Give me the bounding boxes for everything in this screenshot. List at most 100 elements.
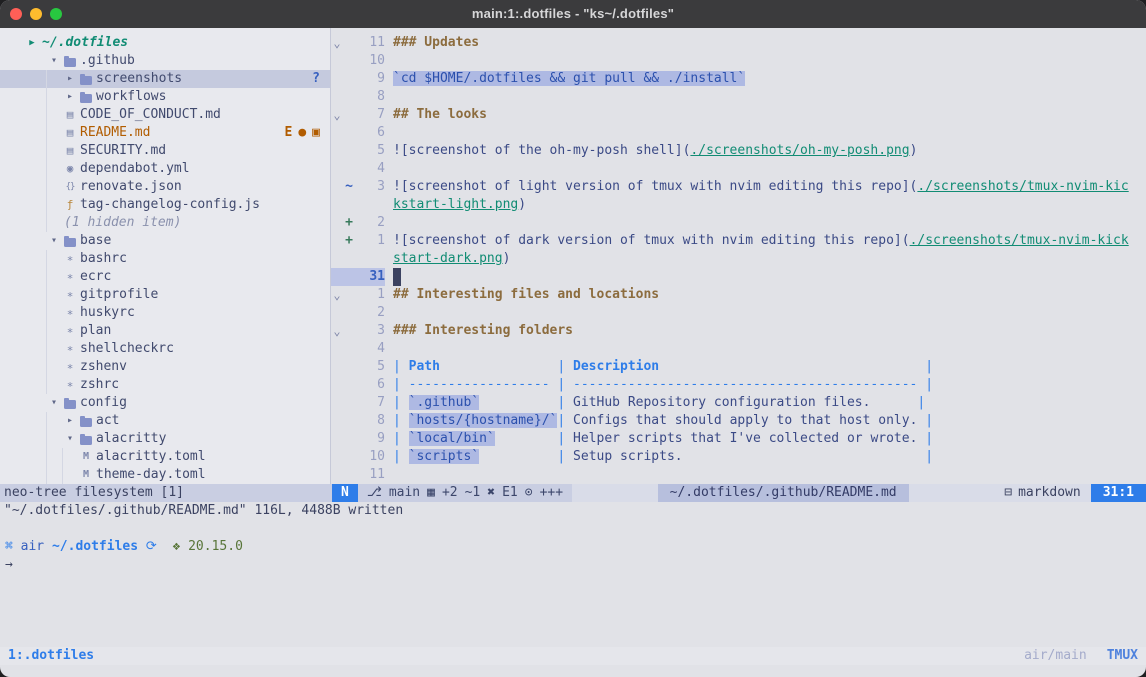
editor-line[interactable]: 10| `scripts` | Setup scripts. | [331, 448, 1146, 466]
zoom-button[interactable] [50, 8, 62, 20]
tree-item-security-md[interactable]: ▤SECURITY.md [0, 142, 330, 160]
editor-line[interactable]: ⌄7## The looks [331, 106, 1146, 124]
folder-icon [78, 75, 94, 84]
indent-guide [30, 376, 46, 394]
line-number: 5 [355, 142, 385, 160]
markdown-file-icon: ▤ [62, 142, 78, 160]
tree-item-zshenv[interactable]: ∗zshenv [0, 358, 330, 376]
tree-item-1-hidden-item[interactable]: (1 hidden item) [0, 214, 330, 232]
tree-item-ecrc[interactable]: ∗ecrc [0, 268, 330, 286]
tree-item-tag-changelog-config-js[interactable]: ƒtag-changelog-config.js [0, 196, 330, 214]
tree-item-code-of-conduct-md[interactable]: ▤CODE_OF_CONDUCT.md [0, 106, 330, 124]
tree-item-base[interactable]: ▾base [0, 232, 330, 250]
tree-item-workflows[interactable]: ▸workflows [0, 88, 330, 106]
line-text [385, 124, 393, 142]
editor-line[interactable]: 4 [331, 340, 1146, 358]
chevron-down-icon[interactable]: ▾ [62, 430, 78, 448]
editor-line[interactable]: start-dark.png) [331, 250, 1146, 268]
tree-item-huskyrc[interactable]: ∗huskyrc [0, 304, 330, 322]
traffic-lights [0, 8, 62, 20]
fold-marker-icon [331, 250, 343, 268]
line-number: 9 [355, 430, 385, 448]
editor-line[interactable]: 31 [331, 268, 1146, 286]
editor-line[interactable]: 10 [331, 52, 1146, 70]
root-arrow-icon: ▶ [24, 34, 40, 52]
tree-item-config[interactable]: ▾config [0, 394, 330, 412]
git-sign [343, 412, 355, 430]
chevron-right-icon[interactable]: ▸ [62, 412, 78, 430]
editor-line[interactable]: 5| Path | Description | [331, 358, 1146, 376]
statusline: neo-tree filesystem [1] N ⎇ main ▦ +2 ~1… [0, 484, 1146, 502]
tree-item-zshrc[interactable]: ∗zshrc [0, 376, 330, 394]
chevron-down-icon[interactable]: ▾ [46, 394, 62, 412]
editor-line[interactable]: 11 [331, 466, 1146, 484]
tree-item-shellcheckrc[interactable]: ∗shellcheckrc [0, 340, 330, 358]
git-branch-name: main [389, 484, 420, 502]
editor-line[interactable]: +1![screenshot of dark version of tmux w… [331, 232, 1146, 250]
tree-item-renovate-json[interactable]: {}renovate.json [0, 178, 330, 196]
indent-guide [30, 430, 46, 448]
line-text: ## The looks [385, 106, 487, 124]
editor-line[interactable]: ⌄3### Interesting folders [331, 322, 1146, 340]
indent-guide [46, 466, 62, 484]
git-sign [343, 304, 355, 322]
status-badge: ▣ [312, 124, 320, 142]
tree-item-label: SECURITY.md [80, 142, 166, 160]
fold-marker-icon [331, 376, 343, 394]
yaml-file-icon: ◉ [62, 160, 78, 178]
shell-file-icon: ∗ [62, 376, 78, 394]
indent-guide [46, 430, 62, 448]
minimize-button[interactable] [30, 8, 42, 20]
cursor-position: 31:1 [1091, 484, 1146, 502]
git-sign [343, 52, 355, 70]
chevron-right-icon[interactable]: ▸ [62, 88, 78, 106]
editor-line[interactable]: 6 [331, 124, 1146, 142]
diff-changed-count: ~1 [465, 484, 481, 502]
tree-item-plan[interactable]: ∗plan [0, 322, 330, 340]
editor-line[interactable]: 4 [331, 160, 1146, 178]
tree-item-bashrc[interactable]: ∗bashrc [0, 250, 330, 268]
tree-item-dependabot-yml[interactable]: ◉dependabot.yml [0, 160, 330, 178]
indent-guide [46, 250, 62, 268]
fold-marker-icon [331, 412, 343, 430]
editor-line[interactable]: 9| `local/bin` | Helper scripts that I'v… [331, 430, 1146, 448]
editor-line[interactable]: ⌄1## Interesting files and locations [331, 286, 1146, 304]
editor-line[interactable]: +2 [331, 214, 1146, 232]
chevron-down-icon[interactable]: ▾ [46, 232, 62, 250]
editor-line[interactable]: 8| `hosts/{hostname}/`| Configs that sho… [331, 412, 1146, 430]
chevron-down-icon[interactable]: ▾ [46, 52, 62, 70]
line-text [385, 214, 393, 232]
editor-line[interactable]: ⌄11### Updates [331, 34, 1146, 52]
indent-guide [46, 358, 62, 376]
close-button[interactable] [10, 8, 22, 20]
chevron-right-icon[interactable]: ▸ [62, 70, 78, 88]
tree-item-dotfiles[interactable]: ▶~/.dotfiles [0, 34, 330, 52]
editor-line[interactable]: 2 [331, 304, 1146, 322]
tree-item-github[interactable]: ▾.github [0, 52, 330, 70]
tmux-window-name[interactable]: 1:.dotfiles [8, 647, 94, 665]
editor-line[interactable]: 5![screenshot of the oh-my-posh shell](.… [331, 142, 1146, 160]
tree-item-gitprofile[interactable]: ∗gitprofile [0, 286, 330, 304]
indent-guide [30, 214, 46, 232]
tree-item-act[interactable]: ▸act [0, 412, 330, 430]
tree-item-alacritty[interactable]: ▾alacritty [0, 430, 330, 448]
tree-item-alacritty-toml[interactable]: Malacritty.toml [0, 448, 330, 466]
line-text: ![screenshot of the oh-my-posh shell](./… [385, 142, 917, 160]
fold-marker-icon: ⌄ [331, 34, 343, 52]
editor-line[interactable]: 7| `.github` | GitHub Repository configu… [331, 394, 1146, 412]
tree-item-readme-md[interactable]: ▤README.mdE●▣ [0, 124, 330, 142]
editor-line[interactable]: 8 [331, 88, 1146, 106]
git-sign [343, 196, 355, 214]
editor-line[interactable]: kstart-light.png) [331, 196, 1146, 214]
editor-buffer[interactable]: ⌄11### Updates109`cd $HOME/.dotfiles && … [331, 28, 1146, 484]
editor-line[interactable]: 9`cd $HOME/.dotfiles && git pull && ./in… [331, 70, 1146, 88]
fold-marker-icon [331, 448, 343, 466]
prompt-arrow-icon[interactable]: → [5, 556, 1146, 574]
tree-item-screenshots[interactable]: ▸screenshots? [0, 70, 330, 88]
git-sign [343, 142, 355, 160]
editor-line[interactable]: ~3![screenshot of light version of tmux … [331, 178, 1146, 196]
editor-line[interactable]: 6| ------------------ | ----------------… [331, 376, 1146, 394]
tree-item-theme-day-toml[interactable]: Mtheme-day.toml [0, 466, 330, 484]
line-text: | `.github` | GitHub Repository configur… [385, 394, 925, 412]
indent-guide [46, 88, 62, 106]
